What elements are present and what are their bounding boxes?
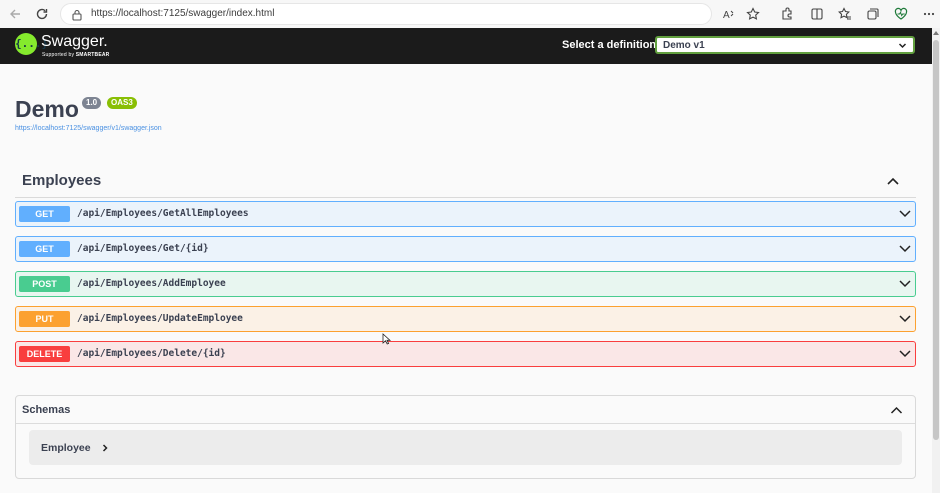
schemas-section: Schemas Employee	[15, 395, 916, 479]
logo-tagline-brand: SMARTBEAR	[75, 52, 110, 58]
split-screen-icon[interactable]	[810, 7, 824, 21]
logo-tagline-prefix: Supported by	[42, 52, 75, 58]
version-badge: 1.0	[82, 97, 102, 109]
tag-divider	[15, 197, 916, 198]
scrollbar-thumb[interactable]	[933, 40, 939, 440]
operation-path[interactable]: /api/Employees/GetAllEmployees	[77, 208, 249, 219]
swagger-logo-mark: {...}	[15, 37, 49, 50]
operation-row-get-all-employees[interactable]: GET /api/Employees/GetAllEmployees	[15, 201, 916, 227]
schema-model-employee[interactable]: Employee	[29, 430, 902, 465]
operation-path[interactable]: /api/Employees/UpdateEmployee	[77, 313, 243, 324]
operation-row-delete-employee[interactable]: DELETE /api/Employees/Delete/{id}	[15, 341, 916, 367]
method-badge[interactable]: GET	[19, 241, 70, 257]
chevron-down-icon[interactable]	[899, 244, 911, 254]
read-aloud-icon[interactable]: A	[722, 7, 736, 21]
refresh-icon[interactable]	[35, 7, 49, 21]
address-bar[interactable]: https://localhost:7125/swagger/index.htm…	[60, 3, 712, 25]
favorite-star-icon[interactable]	[746, 7, 760, 21]
chevron-down-icon[interactable]	[899, 314, 911, 324]
favorites-icon[interactable]	[838, 7, 852, 21]
chevron-up-icon[interactable]	[886, 174, 900, 188]
lock-icon[interactable]	[71, 9, 83, 21]
chevron-up-icon[interactable]	[890, 404, 903, 416]
scroll-up-arrow-icon[interactable]	[933, 30, 939, 36]
model-name[interactable]: Employee	[41, 442, 91, 454]
spec-url-link[interactable]: https://localhost:7125/swagger/v1/swagge…	[15, 125, 162, 132]
swagger-logo-text[interactable]: Swagger.	[41, 33, 108, 51]
operation-path[interactable]: /api/Employees/Get/{id}	[77, 243, 209, 254]
schemas-divider	[16, 423, 915, 424]
definition-value[interactable]: Demo v1	[663, 40, 705, 51]
operation-row-get-employee[interactable]: GET /api/Employees/Get/{id}	[15, 236, 916, 262]
operation-path[interactable]: /api/Employees/AddEmployee	[77, 278, 226, 289]
swagger-logo-icon[interactable]: {...}	[15, 33, 49, 55]
chevron-down-icon[interactable]	[899, 349, 911, 359]
mouse-cursor-icon	[382, 333, 392, 345]
definition-label: Select a definition	[562, 39, 657, 51]
operation-path[interactable]: /api/Employees/Delete/{id}	[77, 348, 226, 359]
heart-health-icon[interactable]	[894, 7, 908, 21]
operation-row-update-employee[interactable]: PUT /api/Employees/UpdateEmployee	[15, 306, 916, 332]
chevron-down-icon[interactable]	[899, 209, 911, 219]
definition-select[interactable]: Demo v1	[655, 36, 915, 54]
chevron-right-icon[interactable]	[101, 444, 109, 452]
tag-title[interactable]: Employees	[22, 172, 101, 189]
schemas-title[interactable]: Schemas	[22, 404, 70, 416]
page-title: Demo	[15, 96, 79, 122]
extensions-icon[interactable]	[780, 7, 794, 21]
collections-icon[interactable]	[866, 7, 880, 21]
back-icon[interactable]	[8, 7, 22, 21]
url-text[interactable]: https://localhost:7125/swagger/index.htm…	[91, 8, 274, 19]
logo-tagline: Supported by SMARTBEAR	[42, 52, 110, 58]
oas-badge: OAS3	[107, 97, 137, 109]
chevron-down-icon[interactable]	[898, 41, 907, 50]
browser-toolbar: https://localhost:7125/swagger/index.htm…	[0, 0, 940, 29]
method-badge[interactable]: GET	[19, 206, 70, 222]
chevron-down-icon[interactable]	[899, 279, 911, 289]
svg-text:A: A	[723, 10, 730, 21]
method-badge[interactable]: POST	[19, 276, 70, 292]
method-badge[interactable]: PUT	[19, 311, 70, 327]
operation-row-add-employee[interactable]: POST /api/Employees/AddEmployee	[15, 271, 916, 297]
method-badge[interactable]: DELETE	[19, 346, 70, 362]
more-icon[interactable]	[922, 7, 936, 21]
